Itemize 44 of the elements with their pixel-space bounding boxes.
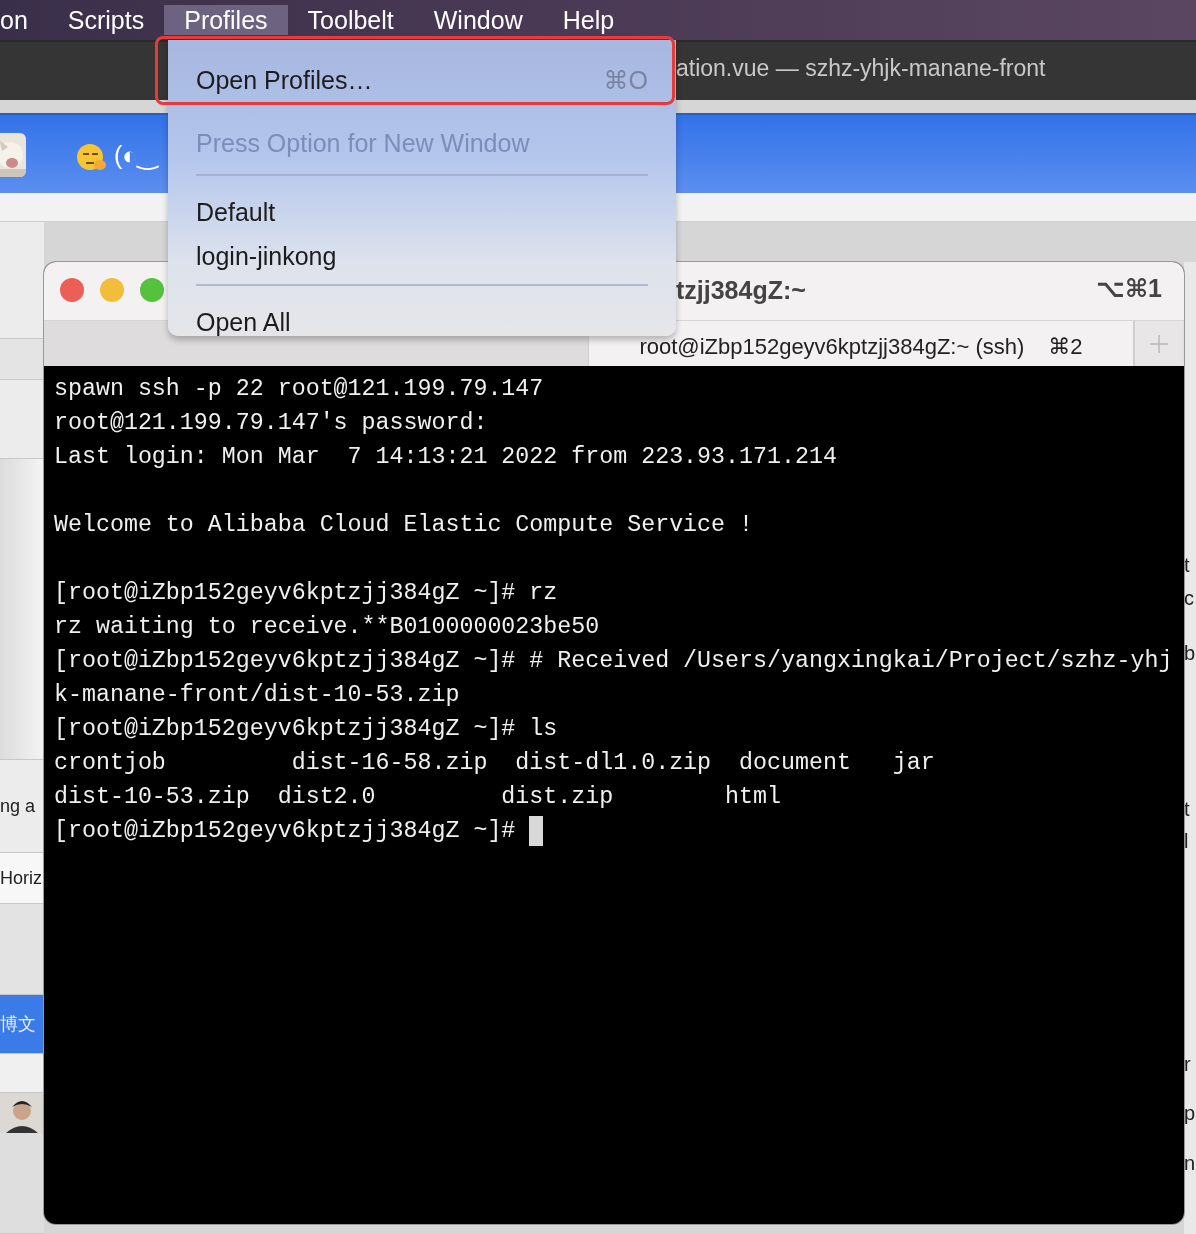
page-text: ng a <box>0 795 36 817</box>
menu-item: Press Option for New Window <box>195 127 531 159</box>
terminal-line: Last login: Mon Mar 7 14:13:21 2022 from 223.93.171.214 <box>54 443 837 472</box>
page-text: Horiz <box>0 867 42 889</box>
face-emoji-icon <box>76 142 106 172</box>
terminal-line: [root@iZbp152geyv6kptzjj384gZ ~]# <box>54 817 516 846</box>
menu-bar-item[interactable]: Profiles <box>164 5 288 35</box>
page-text: n <box>1184 1152 1196 1175</box>
menu-item[interactable]: Open Profiles… ⌘O <box>168 52 676 108</box>
menu-bar-item[interactable]: Window <box>413 5 543 35</box>
terminal-line: crontjob dist-16-58.zip dist-dl1.0.zip document jar <box>54 749 935 778</box>
menu-bar-item[interactable]: on <box>0 5 48 35</box>
terminal-line: dist-10-53.zip dist2.0 dist.zip html <box>54 783 781 812</box>
window-title: ation.vue — szhz-yhjk-manane-front <box>676 55 1046 82</box>
plus-icon <box>1148 333 1169 354</box>
terminal-line: root@121.199.79.147's password: <box>54 409 488 438</box>
menu-bar-item[interactable]: Help <box>542 5 635 35</box>
terminal-line: [root@iZbp152geyv6kptzjj384gZ ~]# rz <box>54 579 558 608</box>
terminal-line: spawn ssh -p 22 root@121.199.79.147 <box>54 375 544 404</box>
page-text: p <box>1184 1102 1196 1125</box>
zoom-button[interactable] <box>140 278 164 302</box>
terminal-line: rz waiting to receive.**B0100000023be50 <box>54 613 600 642</box>
menu-bar-item[interactable]: Scripts <box>47 5 165 35</box>
close-button[interactable] <box>60 278 84 302</box>
terminal-line: [root@iZbp152geyv6kptzjj384gZ ~]# # Received /Users/yangxingkai/Project/szhz-yhj <box>54 647 1173 676</box>
window-title: tzjj384gZ:~ <box>676 276 806 305</box>
page-text: c <box>1184 587 1194 610</box>
page-text: t <box>1184 554 1190 577</box>
tab[interactable]: root@iZbp152geyv6kptzjj384gZ:~ (ssh) ⌘2 <box>589 321 1134 366</box>
menu-item[interactable]: login-jinkong <box>168 234 676 278</box>
toolbar-text: (◐‿ <box>114 141 158 170</box>
terminal-line: k-manane-front/dist-10-53.zip <box>54 681 460 710</box>
sidebar-tab[interactable]: 博文 <box>0 995 44 1054</box>
terminal-line: Welcome to Alibaba Cloud Elastic Compute Service ! <box>54 511 754 540</box>
menu-item[interactable]: Default <box>168 190 676 234</box>
minimize-button[interactable] <box>100 278 124 302</box>
page-text: t <box>1184 798 1190 821</box>
terminal-line: [root@iZbp152geyv6kptzjj384gZ ~]# ls <box>54 715 558 744</box>
shortcut-label: ⌥⌘1 <box>1096 274 1162 303</box>
page-text: b <box>1184 642 1196 665</box>
page-text: r <box>1184 1053 1191 1076</box>
menu-bar-item[interactable]: Toolbelt <box>287 5 414 35</box>
new-tab-button[interactable] <box>1134 321 1182 366</box>
page-text: l <box>1184 830 1189 853</box>
